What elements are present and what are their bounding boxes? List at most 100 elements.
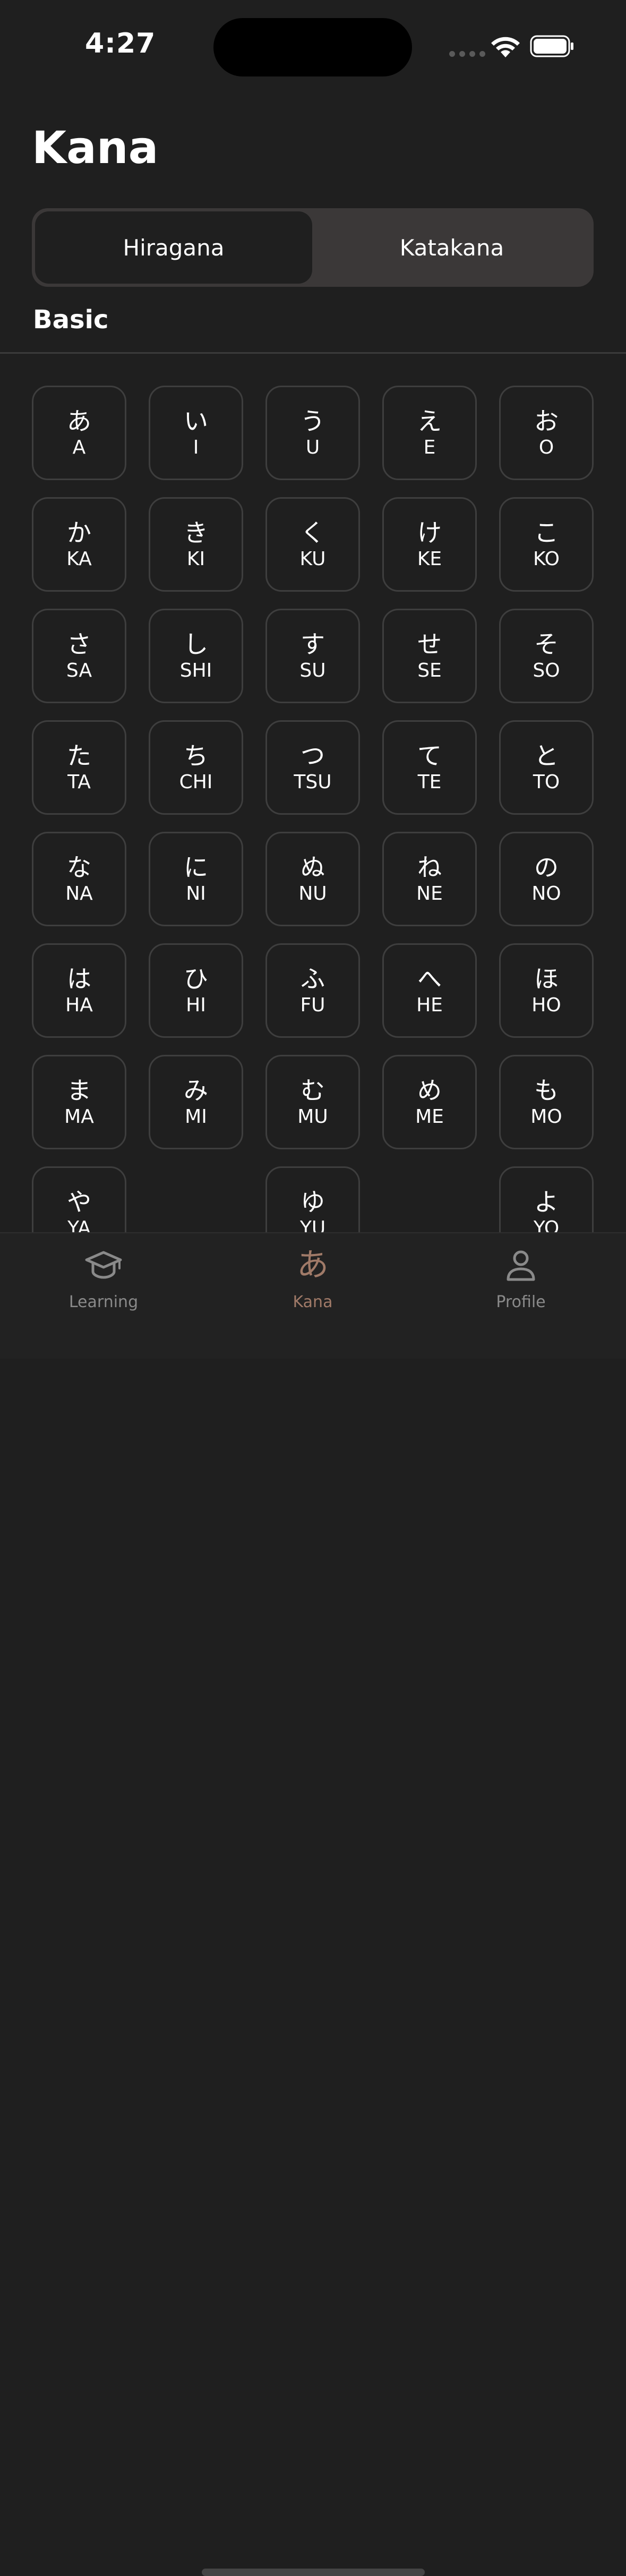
kana-cell[interactable]: き KI bbox=[149, 497, 243, 592]
kana-romaji: NA bbox=[65, 882, 93, 905]
kana-cell[interactable]: ま MA bbox=[32, 1055, 126, 1149]
kana-cell[interactable]: ぬ NU bbox=[265, 832, 360, 926]
kana-character: み bbox=[184, 1076, 208, 1105]
kana-romaji: YO bbox=[533, 1217, 560, 1232]
kana-cell[interactable]: そ SO bbox=[499, 609, 594, 703]
kana-character: つ bbox=[301, 741, 325, 770]
kana-cell[interactable]: く KU bbox=[265, 497, 360, 592]
status-time: 4:27 bbox=[85, 28, 156, 59]
kana-romaji: E bbox=[423, 436, 436, 458]
kana-character: か bbox=[67, 518, 91, 547]
kana-character: た bbox=[67, 741, 91, 770]
kana-romaji: NO bbox=[531, 882, 561, 905]
kana-cell[interactable]: た TA bbox=[32, 720, 126, 815]
wifi-icon bbox=[491, 37, 520, 57]
kana-romaji: TSU bbox=[294, 771, 332, 793]
kana-romaji: MU bbox=[297, 1105, 328, 1128]
kana-cell[interactable]: あA bbox=[32, 386, 126, 480]
kana-character: は bbox=[67, 964, 91, 993]
kana-cell[interactable]: に NI bbox=[149, 832, 243, 926]
kana-character: ひ bbox=[184, 964, 208, 993]
kana-cell[interactable]: ち CHI bbox=[149, 720, 243, 815]
kana-character: ゆ bbox=[301, 1187, 325, 1216]
kana-romaji: SHI bbox=[179, 659, 212, 681]
kana-cell[interactable]: か KA bbox=[32, 497, 126, 592]
kana-character: む bbox=[301, 1076, 325, 1105]
kana-romaji: NE bbox=[416, 882, 443, 905]
kana-character: ち bbox=[184, 741, 208, 770]
kana-cell[interactable]: な NA bbox=[32, 832, 126, 926]
script-segmented-control: Hiragana Katakana bbox=[32, 208, 594, 287]
kana-cell[interactable]: うU bbox=[265, 386, 360, 480]
kana-character: へ bbox=[417, 964, 442, 993]
tab-kana-label: Kana bbox=[293, 1293, 333, 1311]
kana-cell[interactable]: は HA bbox=[32, 943, 126, 1038]
kana-cell[interactable]: ひ HI bbox=[149, 943, 243, 1038]
kana-romaji: KO bbox=[533, 548, 560, 570]
kana-romaji: SE bbox=[417, 659, 442, 681]
kana-romaji: KI bbox=[186, 548, 205, 570]
kana-character: ぬ bbox=[301, 852, 325, 882]
kana-cell[interactable]: し SHI bbox=[149, 609, 243, 703]
kana-cell[interactable]: や YA bbox=[32, 1166, 126, 1232]
page-title: Kana bbox=[32, 122, 159, 174]
kana-cell[interactable]: む MU bbox=[265, 1055, 360, 1149]
kana-romaji: TA bbox=[67, 771, 91, 793]
kana-cell[interactable]: て TE bbox=[382, 720, 477, 815]
segment-katakana[interactable]: Katakana bbox=[313, 211, 590, 284]
kana-character: ふ bbox=[301, 964, 325, 993]
kana-cell[interactable]: ね NE bbox=[382, 832, 477, 926]
battery-icon bbox=[530, 35, 573, 57]
kana-romaji: O bbox=[538, 436, 554, 458]
kana-cell[interactable]: ふ FU bbox=[265, 943, 360, 1038]
kana-cell[interactable]: いI bbox=[149, 386, 243, 480]
section-header-basic: Basic bbox=[33, 305, 109, 335]
kana-romaji: HA bbox=[65, 994, 93, 1016]
kana-cell[interactable]: せ SE bbox=[382, 609, 477, 703]
kana-grid-scroll[interactable]: あ A い I う U え E お O か KA き KI く KU け KE こ KO さ SA し SHI す SU せ SE そ S… bbox=[0, 354, 626, 1232]
tab-kana[interactable]: あ Kana bbox=[246, 1246, 379, 1311]
kana-cell[interactable]: さ SA bbox=[32, 609, 126, 703]
kana-cell[interactable]: も MO bbox=[499, 1055, 594, 1149]
kana-character: い bbox=[184, 406, 208, 436]
kana-cell[interactable]: の NO bbox=[499, 832, 594, 926]
kana-romaji: ME bbox=[415, 1105, 444, 1128]
kana-romaji: YA bbox=[67, 1217, 91, 1232]
kana-cell[interactable]: す SU bbox=[265, 609, 360, 703]
kana-cell[interactable]: よ YO bbox=[499, 1166, 594, 1232]
kana-romaji: HO bbox=[531, 994, 561, 1016]
kana-character: よ bbox=[534, 1187, 559, 1216]
kana-character: せ bbox=[417, 629, 442, 659]
kana-romaji: NU bbox=[298, 882, 327, 905]
kana-cell[interactable]: えE bbox=[382, 386, 477, 480]
kana-character: こ bbox=[534, 518, 559, 547]
kana-character: め bbox=[417, 1076, 442, 1105]
kana-cell[interactable]: ほ HO bbox=[499, 943, 594, 1038]
kana-cell[interactable]: め ME bbox=[382, 1055, 477, 1149]
kana-cell[interactable]: へ HE bbox=[382, 943, 477, 1038]
kana-grid: あ A い I う U え E お O か KA き KI く KU け KE こ KO さ SA し SHI す SU せ SE そ S… bbox=[32, 386, 595, 1232]
tab-learning-label: Learning bbox=[68, 1293, 139, 1311]
kana-cell[interactable]: け KE bbox=[382, 497, 477, 592]
kana-romaji: SU bbox=[299, 659, 326, 681]
kana-romaji: I bbox=[193, 436, 199, 458]
kana-romaji: TO bbox=[533, 771, 560, 793]
tab-bar: Learning あ Kana Profile bbox=[0, 1232, 626, 2576]
tab-profile[interactable]: Profile bbox=[455, 1246, 587, 1311]
kana-character: う bbox=[301, 406, 325, 436]
kana-romaji: A bbox=[72, 436, 86, 458]
kana-character: す bbox=[301, 629, 325, 659]
kana-cell[interactable]: ゆ YU bbox=[265, 1166, 360, 1232]
kana-character: ね bbox=[417, 852, 442, 882]
segment-hiragana[interactable]: Hiragana bbox=[35, 211, 312, 284]
tab-learning[interactable]: Learning bbox=[37, 1246, 170, 1311]
kana-cell[interactable]: つ TSU bbox=[265, 720, 360, 815]
kana-cell[interactable]: おO bbox=[499, 386, 594, 480]
kana-cell[interactable]: と TO bbox=[499, 720, 594, 815]
kana-romaji: KA bbox=[66, 548, 92, 570]
kana-character: や bbox=[67, 1187, 91, 1216]
kana-cell[interactable]: み MI bbox=[149, 1055, 243, 1149]
kana-character: け bbox=[417, 518, 442, 547]
kana-romaji: NI bbox=[186, 882, 206, 905]
kana-cell[interactable]: こ KO bbox=[499, 497, 594, 592]
